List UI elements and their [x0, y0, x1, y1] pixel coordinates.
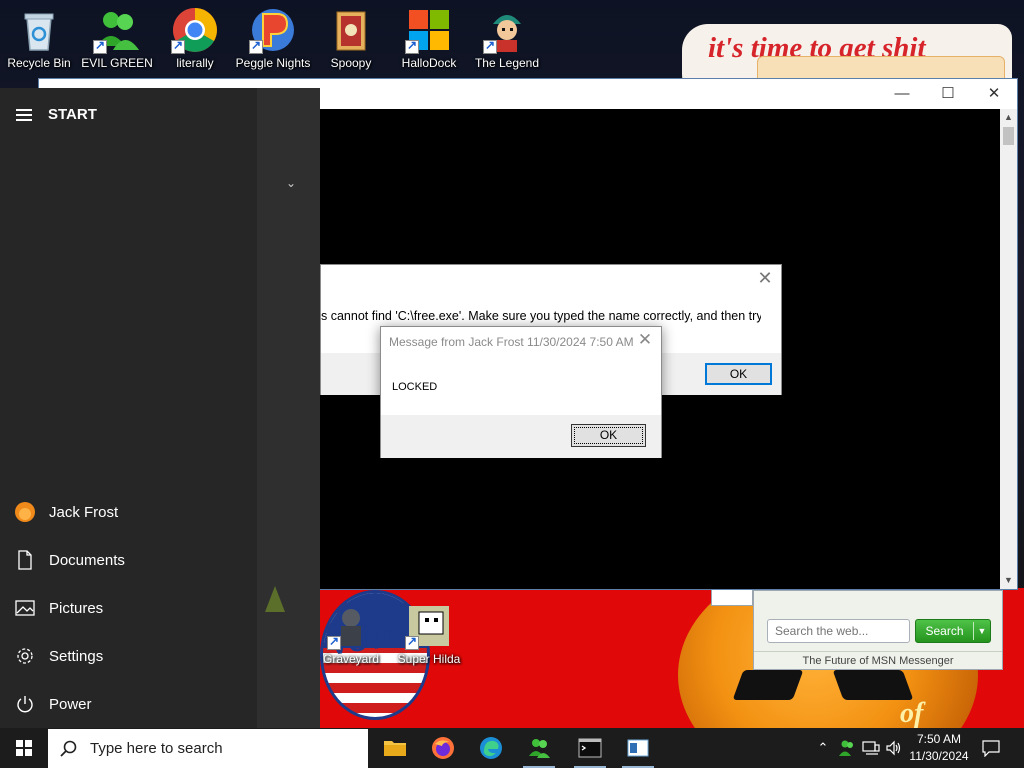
start-item-documents[interactable]: Documents [0, 536, 257, 584]
picture-icon [15, 598, 35, 618]
desktop-icon-the-legend[interactable]: The Legend [468, 0, 546, 70]
start-item-power[interactable]: Power [0, 680, 257, 728]
desktop-icon-recycle-bin[interactable]: Recycle Bin [0, 0, 78, 70]
vertical-scrollbar[interactable]: ▲ ▼ [1000, 109, 1017, 589]
shortcut-arrow-icon [171, 38, 185, 54]
shortcut-arrow-icon [327, 634, 341, 650]
message-box: Message from Jack Frost 11/30/2024 7:50 … [380, 326, 662, 458]
taskbar-search-placeholder: Type here to search [90, 740, 223, 757]
shortcut-arrow-icon [405, 634, 419, 650]
msn-search-panel: Search ▼ The Future of MSN Messenger [753, 590, 1003, 670]
message-box-body: LOCKED [392, 381, 438, 393]
user-avatar-icon [15, 502, 35, 522]
peggle-icon [249, 6, 297, 54]
search-icon [60, 740, 77, 757]
pumpkin-eye [832, 670, 914, 700]
graveyard-party-icon [327, 602, 375, 650]
shortcut-arrow-icon [93, 38, 107, 54]
minimize-button[interactable]: — [879, 79, 925, 109]
maximize-button[interactable]: ☐ [925, 79, 971, 109]
hamburger-menu-icon[interactable] [16, 108, 32, 121]
super-hilda-icon [405, 602, 453, 650]
tray-msn-icon[interactable] [836, 728, 858, 768]
taskbar: Type here to search ⌃ 7:50 AM 11/30/2024 [0, 728, 1024, 768]
message-box-close-button[interactable]: ✕ [635, 330, 655, 352]
pumpkin-eye [732, 670, 804, 700]
desktop-icon-evil-green-msn[interactable]: EVIL GREEN MSN CO... [78, 0, 156, 70]
chrome-icon [171, 6, 219, 54]
spoopy-folder-icon [327, 6, 375, 54]
edge-icon [480, 737, 502, 759]
shortcut-arrow-icon [249, 38, 263, 54]
terminal-icon [578, 738, 602, 758]
start-button[interactable] [0, 728, 48, 768]
shortcut-arrow-icon [483, 38, 497, 54]
window-app-icon [627, 739, 649, 757]
chevron-down-icon[interactable]: ⌄ [286, 176, 296, 190]
start-menu: START ⌄ Jack Frost Documents Pictures Se… [0, 88, 320, 728]
msn-panel-footer: The Future of MSN Messenger [754, 651, 1002, 670]
desktop-icon-super-hilda[interactable]: Super Hilda [390, 596, 468, 666]
taskbar-file-explorer[interactable] [371, 728, 419, 768]
windows-logo-icon [405, 6, 453, 54]
action-center-icon[interactable] [980, 728, 1002, 768]
taskbar-firefox[interactable] [419, 728, 467, 768]
windows-start-icon [16, 740, 32, 756]
taskbar-edge[interactable] [467, 728, 515, 768]
gear-icon [15, 646, 35, 666]
message-box-footer: OK [381, 415, 661, 458]
desktop-icon-spoopy[interactable]: Spoopy [312, 0, 390, 70]
error-dialog-close-button[interactable]: ✕ [755, 268, 775, 290]
close-button[interactable]: ✕ [971, 79, 1017, 109]
tree-tile-icon[interactable] [265, 586, 285, 612]
power-icon [15, 694, 35, 714]
taskbar-window-app[interactable] [614, 728, 662, 768]
taskbar-msn[interactable] [515, 728, 563, 768]
error-dialog-message: s cannot find 'C:\free.exe'. Make sure y… [321, 309, 761, 323]
show-hidden-icons-chevron-icon[interactable]: ⌃ [812, 728, 834, 768]
document-icon [15, 550, 35, 570]
desktop-icon-graveyard-party[interactable]: Graveyard Party Scre... [312, 596, 390, 666]
character-sprite-icon [483, 6, 531, 54]
msn-search-button[interactable]: Search ▼ [915, 619, 991, 643]
start-item-settings[interactable]: Settings [0, 632, 257, 680]
taskbar-clock[interactable]: 7:50 AM 11/30/2024 [898, 731, 980, 765]
wallpaper-fire-text: of [900, 698, 924, 728]
scroll-down-icon[interactable]: ▼ [1000, 572, 1017, 589]
desktop-icon-peggle-nights[interactable]: Peggle Nights [234, 0, 312, 70]
network-icon[interactable] [860, 728, 882, 768]
start-menu-header[interactable]: START [16, 106, 97, 123]
start-item-user[interactable]: Jack Frost [0, 488, 257, 536]
desktop-icon-hallodock[interactable]: HalloDock [390, 0, 468, 70]
msn-search-input[interactable] [767, 619, 910, 643]
msn-buddies-icon [529, 739, 550, 758]
taskbar-search-box[interactable]: Type here to search [48, 729, 368, 768]
scroll-up-icon[interactable]: ▲ [1000, 109, 1017, 126]
scrollbar-thumb[interactable] [1003, 127, 1014, 145]
message-box-title: Message from Jack Frost 11/30/2024 7:50 … [389, 335, 634, 349]
firefox-icon [432, 737, 454, 759]
message-box-ok-button[interactable]: OK [571, 424, 646, 447]
error-dialog-ok-button[interactable]: OK [705, 363, 772, 385]
taskbar-command-prompt[interactable] [566, 728, 614, 768]
start-menu-title: START [48, 106, 97, 123]
desktop-icon-literally[interactable]: literally [156, 0, 234, 70]
shortcut-arrow-icon [405, 38, 419, 54]
recycle-bin-icon [15, 6, 63, 54]
msn-buddies-icon [93, 6, 141, 54]
dropdown-arrow-icon[interactable]: ▼ [973, 622, 990, 640]
start-item-pictures[interactable]: Pictures [0, 584, 257, 632]
folder-icon [384, 741, 406, 756]
clock-time: 7:50 AM [916, 732, 962, 746]
clock-date: 11/30/2024 [909, 749, 969, 763]
